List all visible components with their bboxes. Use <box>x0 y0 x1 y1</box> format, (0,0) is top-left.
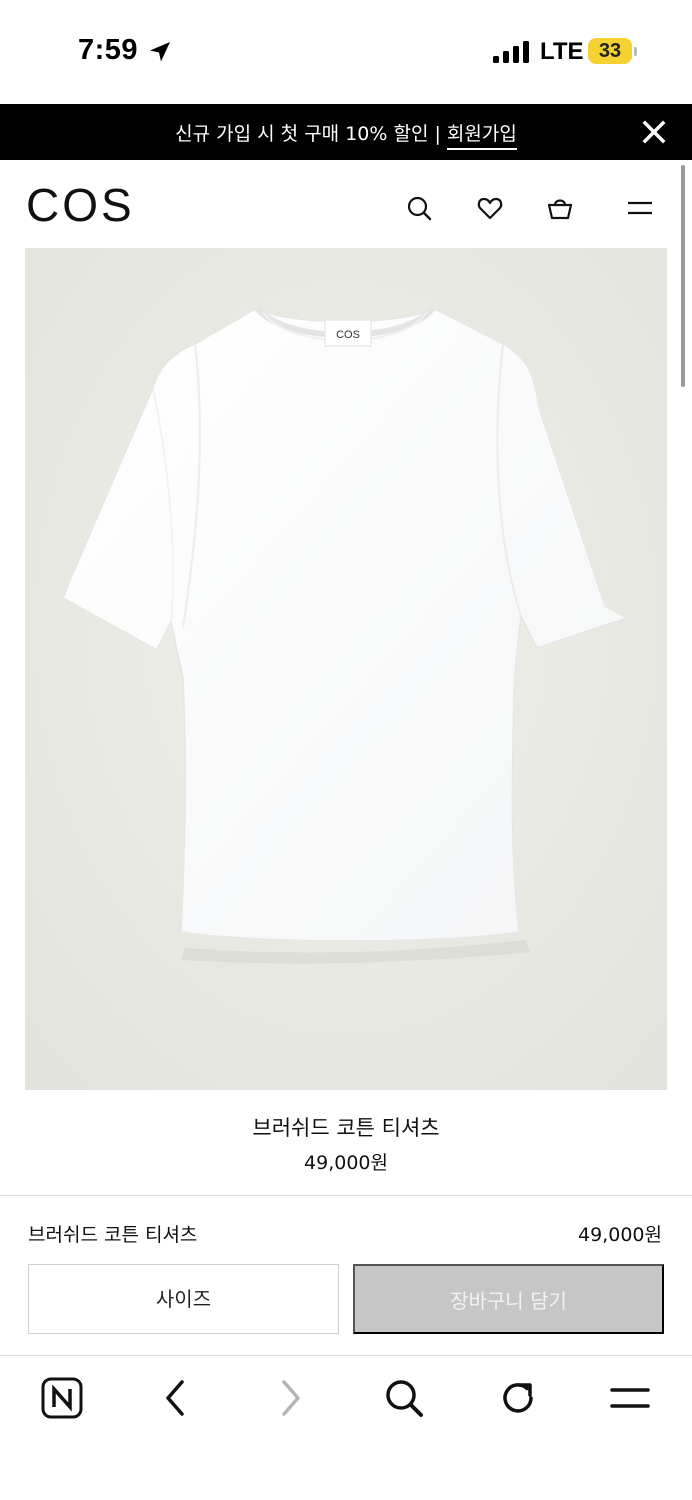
back-icon[interactable] <box>154 1376 198 1420</box>
signal-bars-icon <box>493 41 529 63</box>
add-to-cart-button[interactable]: 장바구니 담기 <box>353 1264 664 1334</box>
menu-icon[interactable] <box>626 194 654 222</box>
divider <box>0 1195 692 1196</box>
network-type: LTE <box>540 38 584 65</box>
shopping-bag-icon[interactable] <box>546 194 574 222</box>
scroll-indicator[interactable] <box>681 165 685 387</box>
heart-icon[interactable] <box>476 194 504 222</box>
signup-link[interactable]: 회원가입 <box>446 123 517 150</box>
purchase-bar-price: 49,000원 <box>578 1224 662 1246</box>
search-icon[interactable] <box>405 194 433 222</box>
status-bar: 7:59 LTE 33 <box>0 0 692 104</box>
reload-icon[interactable] <box>496 1376 540 1420</box>
location-arrow-icon <box>150 42 170 62</box>
forward-icon <box>282 1380 300 1416</box>
promo-text: 신규 가입 시 첫 구매 10% 할인 | 회원가입 <box>0 119 692 150</box>
close-icon[interactable] <box>640 118 668 146</box>
browser-toolbar <box>0 1356 692 1500</box>
naver-home-icon[interactable] <box>40 1376 84 1420</box>
product-image[interactable]: COS <box>25 248 667 1090</box>
product-title: 브러쉬드 코튼 티셔츠 <box>252 1116 440 1140</box>
size-select-button[interactable]: 사이즈 <box>28 1264 339 1334</box>
promo-message: 신규 가입 시 첫 구매 10% 할인 | <box>175 123 447 145</box>
promo-banner: 신규 가입 시 첫 구매 10% 할인 | 회원가입 <box>0 104 692 160</box>
battery-tip <box>634 47 637 56</box>
battery-icon: 33 <box>588 38 632 64</box>
browser-search-icon[interactable] <box>382 1376 426 1420</box>
brand-logo[interactable]: COS <box>26 180 135 230</box>
status-time: 7:59 <box>78 34 139 66</box>
product-price: 49,000원 <box>304 1152 388 1174</box>
browser-menu-icon[interactable] <box>608 1376 652 1420</box>
shirt-label-text: COS <box>336 329 360 341</box>
purchase-bar-product-name: 브러쉬드 코튼 티셔츠 <box>28 1224 198 1246</box>
